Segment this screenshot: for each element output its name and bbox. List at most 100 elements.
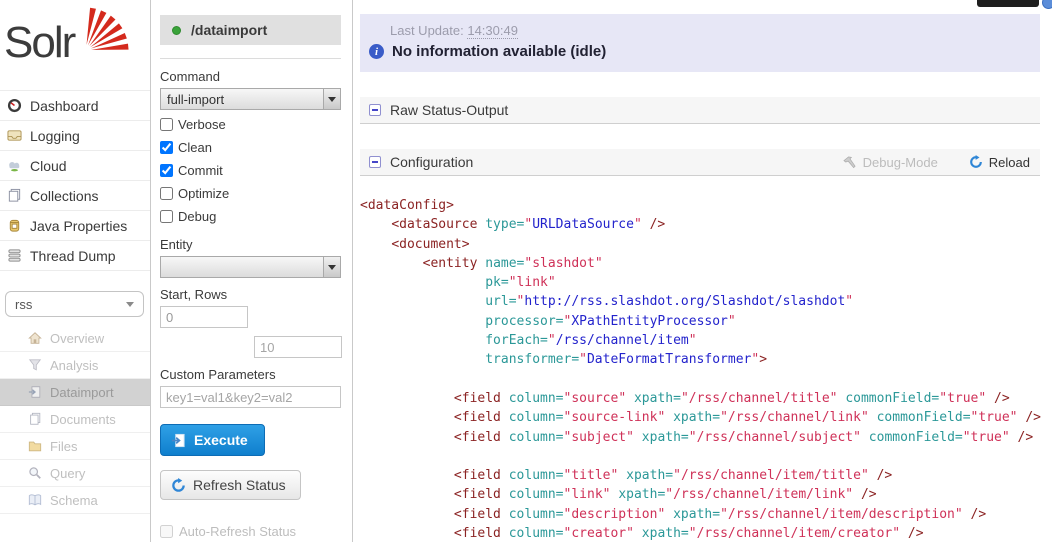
java-properties-icon [6, 218, 22, 234]
hammer-icon [842, 156, 857, 169]
solr-sunburst-icon [80, 2, 136, 54]
select-arrow-icon [323, 89, 340, 109]
debug-checkbox[interactable] [160, 210, 173, 223]
entity-select[interactable] [160, 256, 341, 278]
refresh-icon [171, 478, 186, 493]
reload-icon [969, 155, 983, 169]
status-message-row: i No information available (idle) [360, 43, 1040, 60]
core-menu: Overview Analysis Dataimport Documents F… [0, 325, 150, 514]
checkbox-row-clean: Clean [160, 136, 341, 159]
last-update-label: Last Update: [390, 23, 464, 38]
checkbox-label: Clean [178, 140, 212, 155]
core-menu-item-overview[interactable]: Overview [0, 325, 150, 352]
configuration-header[interactable]: Configuration Debug-Mode Reload [360, 149, 1040, 176]
solr-logo[interactable]: Solr [0, 0, 150, 90]
status-dot-icon [172, 26, 181, 35]
rows-input[interactable] [254, 336, 342, 358]
debug-mode-button[interactable]: Debug-Mode [842, 155, 938, 170]
debug-mode-label: Debug-Mode [863, 155, 938, 170]
core-selector[interactable]: rss [5, 291, 144, 317]
select-arrow-icon [323, 257, 340, 277]
execute-button[interactable]: Execute [160, 424, 265, 456]
sidebar-item-label: Dashboard [30, 98, 99, 114]
dataimport-form-panel: /dataimport Command full-import Verbose … [151, 0, 353, 542]
last-update: Last Update: 14:30:49 [360, 23, 1040, 38]
schema-icon [27, 492, 43, 508]
raw-status-output-title: Raw Status-Output [390, 102, 508, 118]
collapse-minus-icon[interactable] [369, 104, 381, 116]
status-box: Last Update: 14:30:49 i No information a… [360, 14, 1040, 72]
refresh-status-button[interactable]: Refresh Status [160, 470, 301, 500]
optimize-checkbox[interactable] [160, 187, 173, 200]
info-icon: i [369, 44, 384, 59]
last-update-time: 14:30:49 [467, 23, 518, 39]
start-rows-label: Start, Rows [160, 287, 341, 302]
auto-refresh-label: Auto-Refresh Status [179, 524, 296, 539]
core-menu-item-documents[interactable]: Documents [0, 406, 150, 433]
files-icon [27, 438, 43, 454]
logging-icon [6, 128, 22, 144]
checkbox-label: Commit [178, 163, 223, 178]
reload-button[interactable]: Reload [969, 155, 1030, 170]
config-code: <dataConfig> <dataSource type="URLDataSo… [360, 196, 1040, 542]
clean-checkbox[interactable] [160, 141, 173, 154]
solr-logo-text: Solr [4, 18, 74, 68]
reload-label: Reload [989, 155, 1030, 170]
sidebar-item-logging[interactable]: Logging [0, 121, 150, 151]
thread-dump-icon [6, 248, 22, 264]
commit-checkbox[interactable] [160, 164, 173, 177]
collapse-minus-icon[interactable] [369, 156, 381, 168]
divider [160, 58, 341, 59]
verbose-checkbox[interactable] [160, 118, 173, 131]
command-select[interactable]: full-import [160, 88, 341, 110]
dashboard-icon [6, 98, 22, 114]
sidebar-item-cloud[interactable]: Cloud [0, 151, 150, 181]
execute-icon [171, 433, 186, 448]
sidebar-item-label: Cloud [30, 158, 67, 174]
main-menu: Dashboard Logging Cloud Collections Java… [0, 90, 150, 271]
sidebar-item-thread-dump[interactable]: Thread Dump [0, 241, 150, 271]
status-message: No information available (idle) [392, 43, 606, 60]
core-menu-label: Schema [50, 493, 98, 508]
configuration-title: Configuration [390, 154, 473, 170]
core-menu-item-dataimport[interactable]: Dataimport [0, 379, 150, 406]
core-menu-item-query[interactable]: Query [0, 460, 150, 487]
dataimport-icon [27, 384, 43, 400]
core-menu-item-schema[interactable]: Schema [0, 487, 150, 514]
execute-button-label: Execute [194, 432, 248, 448]
custom-parameters-input[interactable] [160, 386, 341, 408]
core-menu-label: Overview [50, 331, 104, 346]
main-content: Last Update: 14:30:49 i No information a… [354, 0, 1052, 542]
checkbox-label: Debug [178, 209, 216, 224]
checkbox-row-commit: Commit [160, 159, 341, 182]
core-menu-label: Analysis [50, 358, 98, 373]
core-menu-item-files[interactable]: Files [0, 433, 150, 460]
core-menu-label: Files [50, 439, 77, 454]
checkbox-row-debug: Debug [160, 205, 341, 228]
sidebar-item-java-properties[interactable]: Java Properties [0, 211, 150, 241]
auto-refresh-checkbox[interactable] [160, 525, 173, 538]
command-label: Command [160, 69, 341, 84]
checkbox-row-verbose: Verbose [160, 113, 341, 136]
start-input[interactable] [160, 306, 248, 328]
raw-status-output-header[interactable]: Raw Status-Output [360, 97, 1040, 124]
overview-icon [27, 330, 43, 346]
sidebar-item-dashboard[interactable]: Dashboard [0, 91, 150, 121]
sidebar: Solr Dashboard Logging [0, 0, 151, 542]
entity-label: Entity [160, 237, 341, 252]
handler-header: /dataimport [160, 15, 341, 45]
checkbox-label: Optimize [178, 186, 229, 201]
documents-icon [27, 411, 43, 427]
cloud-icon [6, 158, 22, 174]
sidebar-item-collections[interactable]: Collections [0, 181, 150, 211]
core-menu-label: Query [50, 466, 85, 481]
checkbox-label: Verbose [178, 117, 226, 132]
handler-title: /dataimport [191, 22, 267, 38]
command-select-value: full-import [161, 92, 224, 107]
refresh-status-label: Refresh Status [193, 477, 286, 493]
checkbox-row-optimize: Optimize [160, 182, 341, 205]
custom-parameters-label: Custom Parameters [160, 367, 341, 382]
collections-icon [6, 188, 22, 204]
chevron-down-icon [126, 302, 134, 307]
core-menu-item-analysis[interactable]: Analysis [0, 352, 150, 379]
